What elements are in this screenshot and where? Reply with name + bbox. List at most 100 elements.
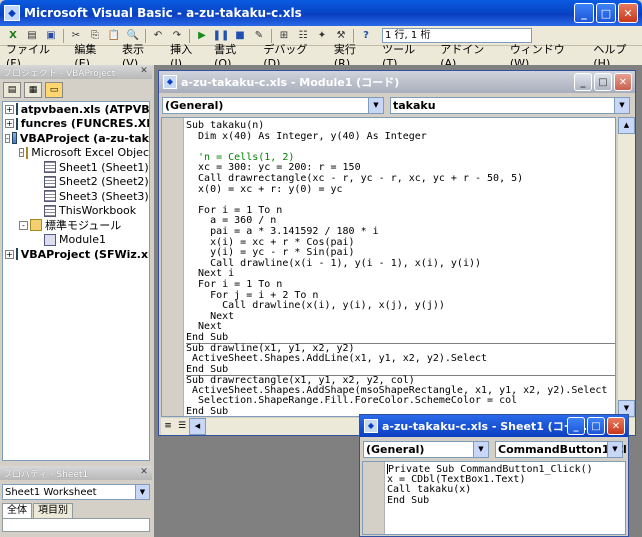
tree-item[interactable]: - 標準モジュール	[3, 218, 149, 233]
tree-item-label: funcres (FUNCRES.XI	[20, 117, 150, 131]
maximize-button[interactable]: □	[594, 73, 612, 91]
sheet1-window-title: ◆ a-zu-takaku-c.xls - Sheet1 (コー... _ □ …	[360, 415, 628, 437]
sheet-icon	[44, 175, 56, 188]
window-title: Microsoft Visual Basic - a-zu-takaku-c.x…	[24, 6, 302, 20]
properties-title: プロパティ - Sheet1 ✕	[0, 466, 152, 480]
code-window-icon: ◆	[163, 75, 177, 89]
code-line[interactable]: pai = a * 3.141592 / 180 * i	[186, 226, 615, 238]
full-module-view-icon[interactable]: ☰	[175, 420, 189, 434]
close-button[interactable]: ✕	[618, 3, 638, 23]
chevron-down-icon[interactable]: ▼	[473, 441, 488, 457]
maximize-button[interactable]: □	[596, 3, 616, 23]
sheet-icon	[44, 161, 56, 174]
procedure-view-icon[interactable]: ≡	[161, 420, 175, 434]
expand-icon[interactable]: +	[5, 119, 14, 129]
code-line[interactable]: Next	[186, 322, 615, 333]
chevron-down-icon[interactable]: ▼	[368, 97, 383, 113]
code-lines[interactable]: Private Sub CommandButton1_Click() x = CD…	[387, 464, 625, 506]
toggle-folders-icon[interactable]: ▭	[45, 82, 63, 98]
expand-icon[interactable]: +	[5, 104, 14, 114]
module-icon	[44, 233, 56, 246]
tree-item[interactable]: Sheet1 (Sheet1)	[3, 160, 149, 175]
chevron-down-icon[interactable]: ▼	[614, 97, 629, 113]
module1-code-window: ◆ a-zu-takaku-c.xls - Module1 (コード) _ □ …	[158, 70, 636, 436]
code-line[interactable]: Private Sub CommandButton1_Click()	[387, 464, 625, 475]
code-line[interactable]: Sub takaku(n)	[186, 120, 615, 132]
module1-window-title: ◆ a-zu-takaku-c.xls - Module1 (コード) _ □ …	[159, 71, 635, 93]
tree-item[interactable]: + atpvbaen.xls (ATPVB	[3, 102, 149, 117]
code-line[interactable]: Call drawline(x(i - 1), y(i - 1), x(i), …	[186, 258, 615, 270]
tab-categorized[interactable]: 項目別	[33, 503, 73, 518]
properties-object-select[interactable]: Sheet1 Worksheet ▼	[2, 484, 150, 500]
code-line[interactable]: Call drawrectangle(xc - r, yc - r, xc, y…	[186, 173, 615, 185]
tree-item-label: Microsoft Excel Objec	[31, 146, 149, 160]
indicator-margin[interactable]	[162, 118, 184, 416]
code-line[interactable]: End Sub	[186, 332, 615, 344]
expand-icon[interactable]: +	[5, 249, 14, 259]
close-button[interactable]: ✕	[614, 73, 632, 91]
close-icon[interactable]: ✕	[138, 466, 150, 478]
code-line[interactable]: For i = 1 To n	[186, 279, 615, 291]
project-tree: + atpvbaen.xls (ATPVB + funcres (FUNCRES.XI…	[2, 101, 150, 461]
title-bar: ◆ Microsoft Visual Basic - a-zu-takaku-c…	[0, 0, 642, 26]
tree-item[interactable]: Sheet3 (Sheet3)	[3, 189, 149, 204]
scroll-left-icon[interactable]: ◀	[189, 418, 206, 435]
code-lines[interactable]: Sub takaku(n) Dim x(40) As Integer, y(40…	[186, 120, 615, 416]
chevron-down-icon[interactable]: ▼	[607, 441, 622, 457]
tree-item[interactable]: - VBAProject (a-zu-tak	[3, 131, 149, 146]
sheet1-code-window: ◆ a-zu-takaku-c.xls - Sheet1 (コー... _ □ …	[359, 414, 629, 537]
procedure-select[interactable]: CommandButton1_Cl ▼	[495, 440, 627, 458]
tree-item[interactable]: + VBAProject (SFWiz.xl	[3, 247, 149, 262]
project-explorer: プロジェクト - VBAProject ✕ ▤ ▦ ▭ + atpvbaen.xl…	[0, 65, 152, 465]
text-cursor	[387, 464, 388, 474]
minimize-button[interactable]: _	[567, 417, 585, 435]
scroll-up-icon[interactable]: ▲	[618, 117, 635, 134]
tree-item-label: 標準モジュール	[45, 219, 122, 233]
folder-icon	[30, 219, 42, 232]
view-object-icon[interactable]: ▦	[24, 82, 42, 98]
proj-icon	[11, 132, 17, 145]
code-line[interactable]: ActiveSheet.Shapes.AddLine(x1, y1, x2, y…	[186, 353, 615, 365]
proj-icon	[15, 117, 18, 130]
menu-bar: ファイル(F) 編集(E) 表示(V) 挿入(I) 書式(O) デバッグ(D) …	[0, 43, 642, 70]
code-line[interactable]: End Sub	[387, 495, 625, 507]
code-window-icon: ◆	[364, 419, 378, 433]
project-explorer-title: プロジェクト - VBAProject ✕	[0, 65, 152, 79]
tree-item-label: Sheet1 (Sheet1)	[59, 160, 149, 174]
code-line[interactable]: Selection.ShapeRange.Fill.ForeColor.Sche…	[186, 396, 615, 407]
tab-alphabetic[interactable]: 全体	[2, 503, 32, 518]
tree-item-label: VBAProject (a-zu-tak	[19, 131, 149, 145]
collapse-icon[interactable]: -	[5, 133, 10, 143]
code-line[interactable]: Next	[186, 311, 615, 323]
close-button[interactable]: ✕	[607, 417, 625, 435]
tree-item[interactable]: Sheet2 (Sheet2)	[3, 175, 149, 190]
minimize-button[interactable]: _	[574, 73, 592, 91]
module1-code-editor[interactable]: Sub takaku(n) Dim x(40) As Integer, y(40…	[161, 117, 616, 417]
procedure-select[interactable]: takaku ▼	[390, 96, 630, 114]
tree-item[interactable]: + funcres (FUNCRES.XI	[3, 117, 149, 132]
tree-item[interactable]: - Microsoft Excel Objec	[3, 146, 149, 161]
view-code-icon[interactable]: ▤	[3, 82, 21, 98]
tree-item[interactable]: ThisWorkbook	[3, 204, 149, 219]
properties-window: プロパティ - Sheet1 ✕ Sheet1 Worksheet ▼ 全体 項…	[0, 466, 152, 537]
tree-item[interactable]: Module1	[3, 233, 149, 248]
collapse-icon[interactable]: -	[19, 220, 28, 230]
maximize-button[interactable]: □	[587, 417, 605, 435]
code-line[interactable]: End Sub	[186, 364, 615, 376]
code-line[interactable]: x(0) = xc + r: y(0) = yc	[186, 184, 615, 196]
code-line[interactable]: Dim x(40) As Integer, y(40) As Integer	[186, 131, 615, 143]
tree-item-label: atpvbaen.xls (ATPVB	[20, 102, 150, 116]
close-icon[interactable]: ✕	[138, 65, 150, 77]
object-select[interactable]: (General) ▼	[162, 96, 384, 114]
collapse-icon[interactable]: -	[19, 148, 24, 158]
indicator-margin[interactable]	[363, 462, 385, 534]
folder-icon	[25, 146, 29, 159]
minimize-button[interactable]: _	[574, 3, 594, 23]
code-line[interactable]: Call drawline(x(i), y(i), x(j), y(j))	[186, 300, 615, 312]
sheet1-code-editor[interactable]: Private Sub CommandButton1_Click() x = CD…	[362, 461, 626, 535]
vertical-scrollbar[interactable]: ▲ ▼	[618, 117, 635, 417]
properties-grid[interactable]	[2, 518, 150, 532]
chevron-down-icon[interactable]: ▼	[135, 485, 149, 499]
vba-app-icon: ◆	[4, 5, 20, 21]
object-select[interactable]: (General) ▼	[363, 440, 489, 458]
